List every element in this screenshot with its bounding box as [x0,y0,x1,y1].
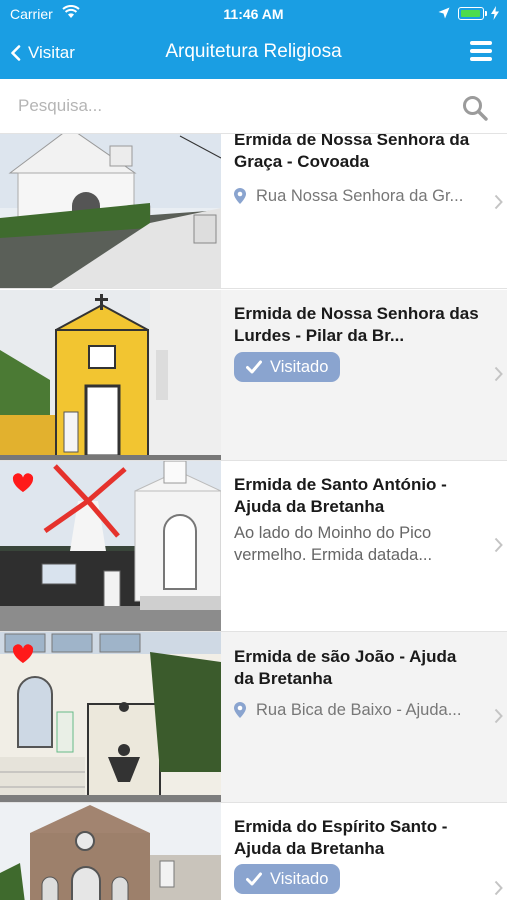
page-title: Arquitetura Religiosa [165,41,342,62]
visited-label: Visitado [270,869,329,888]
chevron-right-icon [494,537,503,553]
item-title: Ermida de Nossa Senhora da Graça - Covoa… [234,134,470,171]
status-bar: Carrier 11:46 AM [0,0,507,28]
search-bar [0,79,507,134]
item-address: Rua Bica de Baixo - Ajuda... [234,700,486,724]
navigation-bar: Visitar Arquitetura Religiosa [0,28,507,79]
battery-level [460,9,480,17]
item-thumbnail [0,632,221,802]
check-icon [246,360,262,374]
hamburger-menu-icon[interactable] [470,40,492,62]
battery-icon [458,7,484,20]
item-thumbnail [0,803,221,900]
location-arrow-icon [438,7,450,19]
visited-badge: Visitado [234,352,341,382]
search-icon[interactable] [462,95,488,121]
item-thumbnail [0,461,221,631]
item-description: Ao lado do Moinho do Pico vermelho. Ermi… [234,524,433,564]
results-list: Ermida de Nossa Senhora da Graça - Covoa… [0,134,507,900]
item-title: Ermida de são João - Ajuda da Bretanha [234,647,457,688]
item-address-text: Rua Nossa Senhora da Gr... [256,187,464,205]
list-item[interactable]: Ermida de são João - Ajuda da Bretanha R… [0,632,507,803]
heart-favorite-icon[interactable] [12,644,34,664]
top-bar: Carrier 11:46 AM Visitar Arquitetura Rel… [0,0,507,79]
item-address: Rua Nossa Senhora da Gr... [234,186,486,210]
list-item[interactable]: Ermida do Espírito Santo - Ajuda da Bret… [0,803,507,900]
item-title: Ermida do Espírito Santo - Ajuda da Bret… [234,817,448,858]
charging-bolt-icon [491,6,499,20]
item-title: Ermida de Santo António - Ajuda da Breta… [234,475,447,516]
list-item[interactable]: Ermida de Nossa Senhora da Graça - Covoa… [0,134,507,289]
check-icon [246,872,262,886]
battery-tip [485,11,487,16]
search-input[interactable] [18,93,438,119]
visited-badge: Visitado [234,864,341,894]
item-thumbnail [0,134,221,288]
map-pin-icon [234,188,246,204]
visited-label: Visitado [270,357,329,376]
item-thumbnail [0,290,221,460]
map-pin-icon [234,702,246,718]
chevron-right-icon [494,366,503,382]
list-item[interactable]: Ermida de Santo António - Ajuda da Breta… [0,461,507,632]
heart-favorite-icon[interactable] [12,473,34,493]
chevron-right-icon [494,708,503,724]
list-item[interactable]: Ermida de Nossa Senhora das Lurdes - Pil… [0,290,507,461]
item-title: Ermida de Nossa Senhora das Lurdes - Pil… [234,304,479,345]
item-address-text: Rua Bica de Baixo - Ajuda... [256,701,462,719]
status-time: 11:46 AM [223,6,284,22]
chevron-right-icon [494,194,503,210]
chevron-right-icon [494,880,503,896]
